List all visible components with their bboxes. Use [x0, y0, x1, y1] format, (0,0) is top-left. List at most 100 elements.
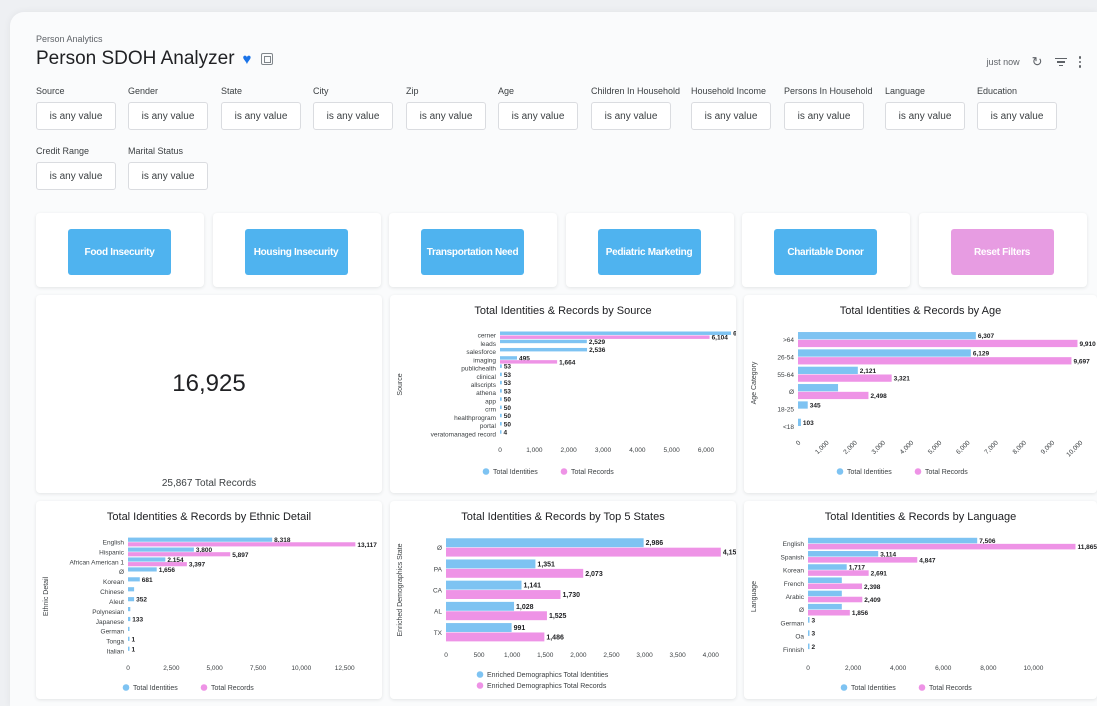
bar[interactable]	[798, 349, 971, 357]
bar[interactable]	[500, 405, 502, 410]
bar[interactable]	[128, 597, 135, 602]
bar[interactable]	[798, 339, 1078, 348]
bar[interactable]	[808, 609, 850, 616]
bar[interactable]	[500, 430, 502, 434]
bar[interactable]	[128, 607, 131, 612]
bar[interactable]	[500, 397, 502, 401]
filter-icon[interactable]	[1054, 57, 1067, 67]
bar[interactable]	[500, 364, 502, 368]
bar[interactable]	[808, 537, 978, 544]
bar[interactable]	[446, 611, 547, 621]
bar[interactable]	[446, 559, 536, 569]
favorite-heart-icon[interactable]: ♥	[243, 52, 252, 67]
legend-label[interactable]: Total Records	[571, 469, 614, 476]
bar[interactable]	[500, 422, 502, 426]
bar[interactable]	[808, 643, 810, 650]
reset-filters-button[interactable]: Reset Filters	[950, 229, 1054, 275]
filter-value-input[interactable]: is any value	[885, 102, 965, 130]
legend-label[interactable]: Total Records	[925, 469, 968, 476]
bar[interactable]	[128, 557, 166, 562]
bar[interactable]	[798, 374, 892, 382]
legend-label[interactable]: Total Identities	[851, 685, 896, 692]
bar[interactable]	[500, 356, 517, 360]
bar[interactable]	[808, 603, 842, 610]
bar[interactable]	[798, 357, 1072, 365]
bar[interactable]	[808, 583, 863, 590]
bar[interactable]	[446, 538, 644, 548]
bar[interactable]	[808, 564, 847, 570]
breadcrumb[interactable]: Person Analytics	[36, 34, 103, 44]
bar[interactable]	[500, 347, 588, 352]
bar[interactable]	[128, 587, 135, 592]
bar[interactable]	[446, 623, 512, 632]
more-options-icon[interactable]	[1078, 56, 1081, 68]
pediatric-marketing-button[interactable]: Pediatric Marketing	[597, 229, 701, 275]
bar[interactable]	[128, 646, 130, 651]
bar[interactable]	[500, 372, 502, 377]
bar[interactable]	[798, 391, 869, 400]
bar[interactable]	[128, 562, 187, 567]
bar[interactable]	[798, 384, 839, 392]
bar[interactable]	[808, 596, 863, 603]
bar[interactable]	[446, 590, 561, 599]
bar[interactable]	[808, 570, 869, 576]
legend-label[interactable]: Total Identities	[133, 685, 178, 692]
bar[interactable]	[128, 552, 231, 557]
bar[interactable]	[446, 580, 522, 590]
bar[interactable]	[808, 577, 842, 584]
legend-label[interactable]: Total Identities	[493, 469, 538, 476]
bar[interactable]	[128, 542, 356, 547]
bar[interactable]	[128, 537, 273, 542]
bar[interactable]	[446, 632, 545, 642]
filter-value-input[interactable]: is any value	[498, 102, 578, 130]
category-label: Spanish	[781, 554, 805, 561]
bar[interactable]	[500, 389, 502, 393]
bar[interactable]	[808, 630, 810, 636]
bar[interactable]	[500, 380, 502, 385]
bar[interactable]	[446, 601, 515, 611]
filter-value-input[interactable]: is any value	[591, 102, 671, 130]
filter-value-input[interactable]: is any value	[977, 102, 1057, 130]
filter-value-input[interactable]: is any value	[784, 102, 864, 130]
category-label: TX	[434, 630, 443, 637]
bar[interactable]	[808, 590, 842, 597]
housing-insecurity-button[interactable]: Housing Insecurity	[244, 229, 348, 275]
bar[interactable]	[808, 617, 810, 623]
legend-label[interactable]: Enriched Demographics Total Identities	[487, 672, 609, 679]
bar[interactable]	[808, 557, 918, 563]
refresh-icon[interactable]: ↻	[1032, 54, 1043, 70]
filter-value-input[interactable]: is any value	[36, 102, 116, 130]
filter-value-input[interactable]: is any value	[128, 102, 208, 130]
legend-label[interactable]: Total Records	[211, 685, 254, 692]
filter-value-input[interactable]: is any value	[36, 162, 116, 190]
bar[interactable]	[798, 418, 801, 426]
filter-value-input[interactable]: is any value	[406, 102, 486, 130]
bar[interactable]	[128, 636, 130, 641]
transportation-need-button[interactable]: Transportation Need	[421, 229, 524, 275]
legend-label[interactable]: Total Identities	[847, 469, 892, 476]
bar[interactable]	[808, 551, 879, 557]
bar[interactable]	[128, 616, 131, 622]
filter-value-input[interactable]: is any value	[128, 162, 208, 190]
filter-value-input[interactable]: is any value	[313, 102, 393, 130]
bar[interactable]	[808, 543, 1076, 550]
food-insecurity-button[interactable]: Food Insecurity	[68, 229, 171, 275]
filter-value-input[interactable]: is any value	[691, 102, 771, 130]
bar[interactable]	[446, 547, 721, 557]
bar[interactable]	[500, 331, 732, 335]
bar[interactable]	[500, 339, 587, 344]
charitable-donor-button[interactable]: Charitable Donor	[774, 229, 877, 275]
bar[interactable]	[128, 567, 157, 572]
filter-value-input[interactable]: is any value	[221, 102, 301, 130]
bar[interactable]	[128, 577, 140, 582]
bar[interactable]	[500, 413, 502, 418]
legend-label[interactable]: Total Records	[929, 685, 972, 692]
bar[interactable]	[798, 332, 976, 340]
bar[interactable]	[128, 547, 194, 552]
bar[interactable]	[446, 568, 584, 578]
copy-icon[interactable]	[261, 53, 274, 65]
bar[interactable]	[798, 366, 858, 374]
bar[interactable]	[798, 401, 808, 409]
bar[interactable]	[128, 626, 130, 632]
legend-label[interactable]: Enriched Demographics Total Records	[487, 683, 607, 690]
